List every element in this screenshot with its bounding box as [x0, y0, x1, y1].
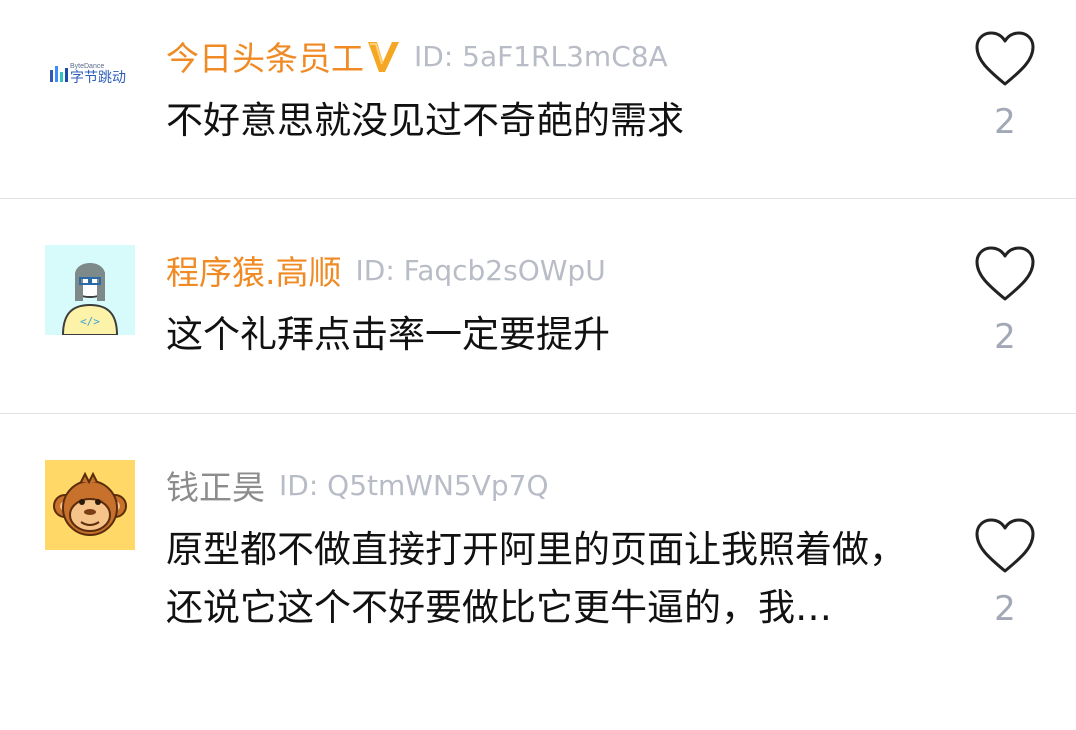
user-id: ID: 5aF1RL3mC8A — [414, 39, 668, 73]
svg-text:</>: </> — [80, 315, 100, 328]
avatar[interactable]: </> — [45, 245, 135, 335]
comment-text: 这个礼拜点击率一定要提升 — [166, 313, 610, 356]
heart-icon — [975, 31, 1035, 86]
programmer-avatar-icon: </> — [45, 245, 135, 335]
username[interactable]: 今日头条员工 — [166, 32, 364, 80]
user-id: ID: Q5tmWN5Vp7Q — [279, 468, 549, 502]
comment-item[interactable]: ByteDance 字节跳动 今日头条员工 ID: 5aF1RL3mC8A 不好… — [0, 0, 1076, 199]
heart-icon — [975, 246, 1035, 301]
avatar[interactable] — [45, 460, 135, 550]
comment-item[interactable]: </> 程序猿.高顺 ID: Faqcb2sOWpU 这个礼拜点击率一定要提升 … — [0, 200, 1076, 414]
username[interactable]: 钱正昊 — [166, 461, 265, 509]
like-button[interactable]: 2 — [968, 517, 1042, 629]
comment-item[interactable]: 钱正昊 ID: Q5tmWN5Vp7Q 原型都不做直接打开阿里的页面让我照着做，… — [0, 415, 1076, 730]
bytedance-logo-icon: ByteDance 字节跳动 — [45, 30, 135, 120]
comment-header: 程序猿.高顺 ID: Faqcb2sOWpU — [166, 248, 606, 292]
like-button[interactable]: 2 — [968, 30, 1042, 142]
like-count: 2 — [994, 317, 1016, 357]
monkey-avatar-icon — [45, 460, 135, 550]
like-count: 2 — [994, 102, 1016, 142]
verified-badge-icon — [366, 38, 400, 74]
avatar[interactable]: ByteDance 字节跳动 — [45, 30, 135, 120]
svg-text:字节跳动: 字节跳动 — [70, 70, 126, 86]
comment-text: 不好意思就没见过不奇葩的需求 — [166, 99, 684, 142]
comment-header: 钱正昊 ID: Q5tmWN5Vp7Q — [166, 463, 549, 507]
comment-feed: ByteDance 字节跳动 今日头条员工 ID: 5aF1RL3mC8A 不好… — [0, 0, 1076, 730]
like-button[interactable]: 2 — [968, 245, 1042, 357]
heart-icon — [975, 518, 1035, 573]
like-count: 2 — [994, 589, 1016, 629]
username[interactable]: 程序猿.高顺 — [166, 246, 342, 294]
comment-text: 原型都不做直接打开阿里的页面让我照着做，还说它这个不好要做比它更牛逼的，我… — [166, 528, 906, 629]
user-id: ID: Faqcb2sOWpU — [355, 253, 606, 287]
svg-text:ByteDance: ByteDance — [70, 63, 104, 70]
comment-header: 今日头条员工 ID: 5aF1RL3mC8A — [166, 34, 668, 78]
